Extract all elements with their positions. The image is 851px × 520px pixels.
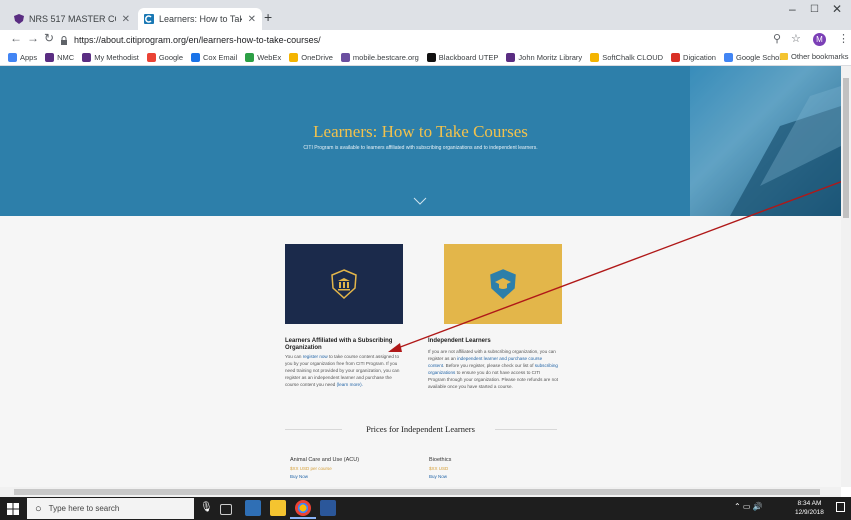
scrollbar-thumb[interactable]: [14, 489, 820, 495]
taskbar-search-input[interactable]: ○ Type here to search: [27, 498, 194, 519]
microphone-icon[interactable]: 🎙: [200, 502, 213, 513]
clock-time: 8:34 AM: [797, 500, 822, 507]
file-explorer-icon[interactable]: [270, 500, 286, 516]
chrome-taskbar-icon[interactable]: [295, 500, 311, 516]
word-taskbar-icon[interactable]: [320, 500, 336, 516]
search-placeholder: Type here to search: [48, 504, 120, 513]
clock[interactable]: 8:34 AM 12/9/2018: [795, 499, 824, 517]
task-view-icon[interactable]: [220, 504, 232, 515]
tray-icons[interactable]: ⌃ ▭ 🔊: [734, 502, 763, 511]
active-app-indicator: [290, 517, 316, 519]
windows-start-icon[interactable]: [7, 503, 19, 515]
screen: NRS 517 MASTER COURSE ONLY ✕ Learners: H…: [0, 0, 851, 520]
annotation-arrow: [388, 177, 851, 352]
scrollbar-thumb[interactable]: [843, 78, 849, 218]
softchalk-taskbar-icon[interactable]: [245, 500, 261, 516]
search-icon: ○: [35, 502, 42, 515]
notification-icon[interactable]: [836, 502, 845, 512]
clock-date: 12/9/2018: [795, 509, 824, 516]
